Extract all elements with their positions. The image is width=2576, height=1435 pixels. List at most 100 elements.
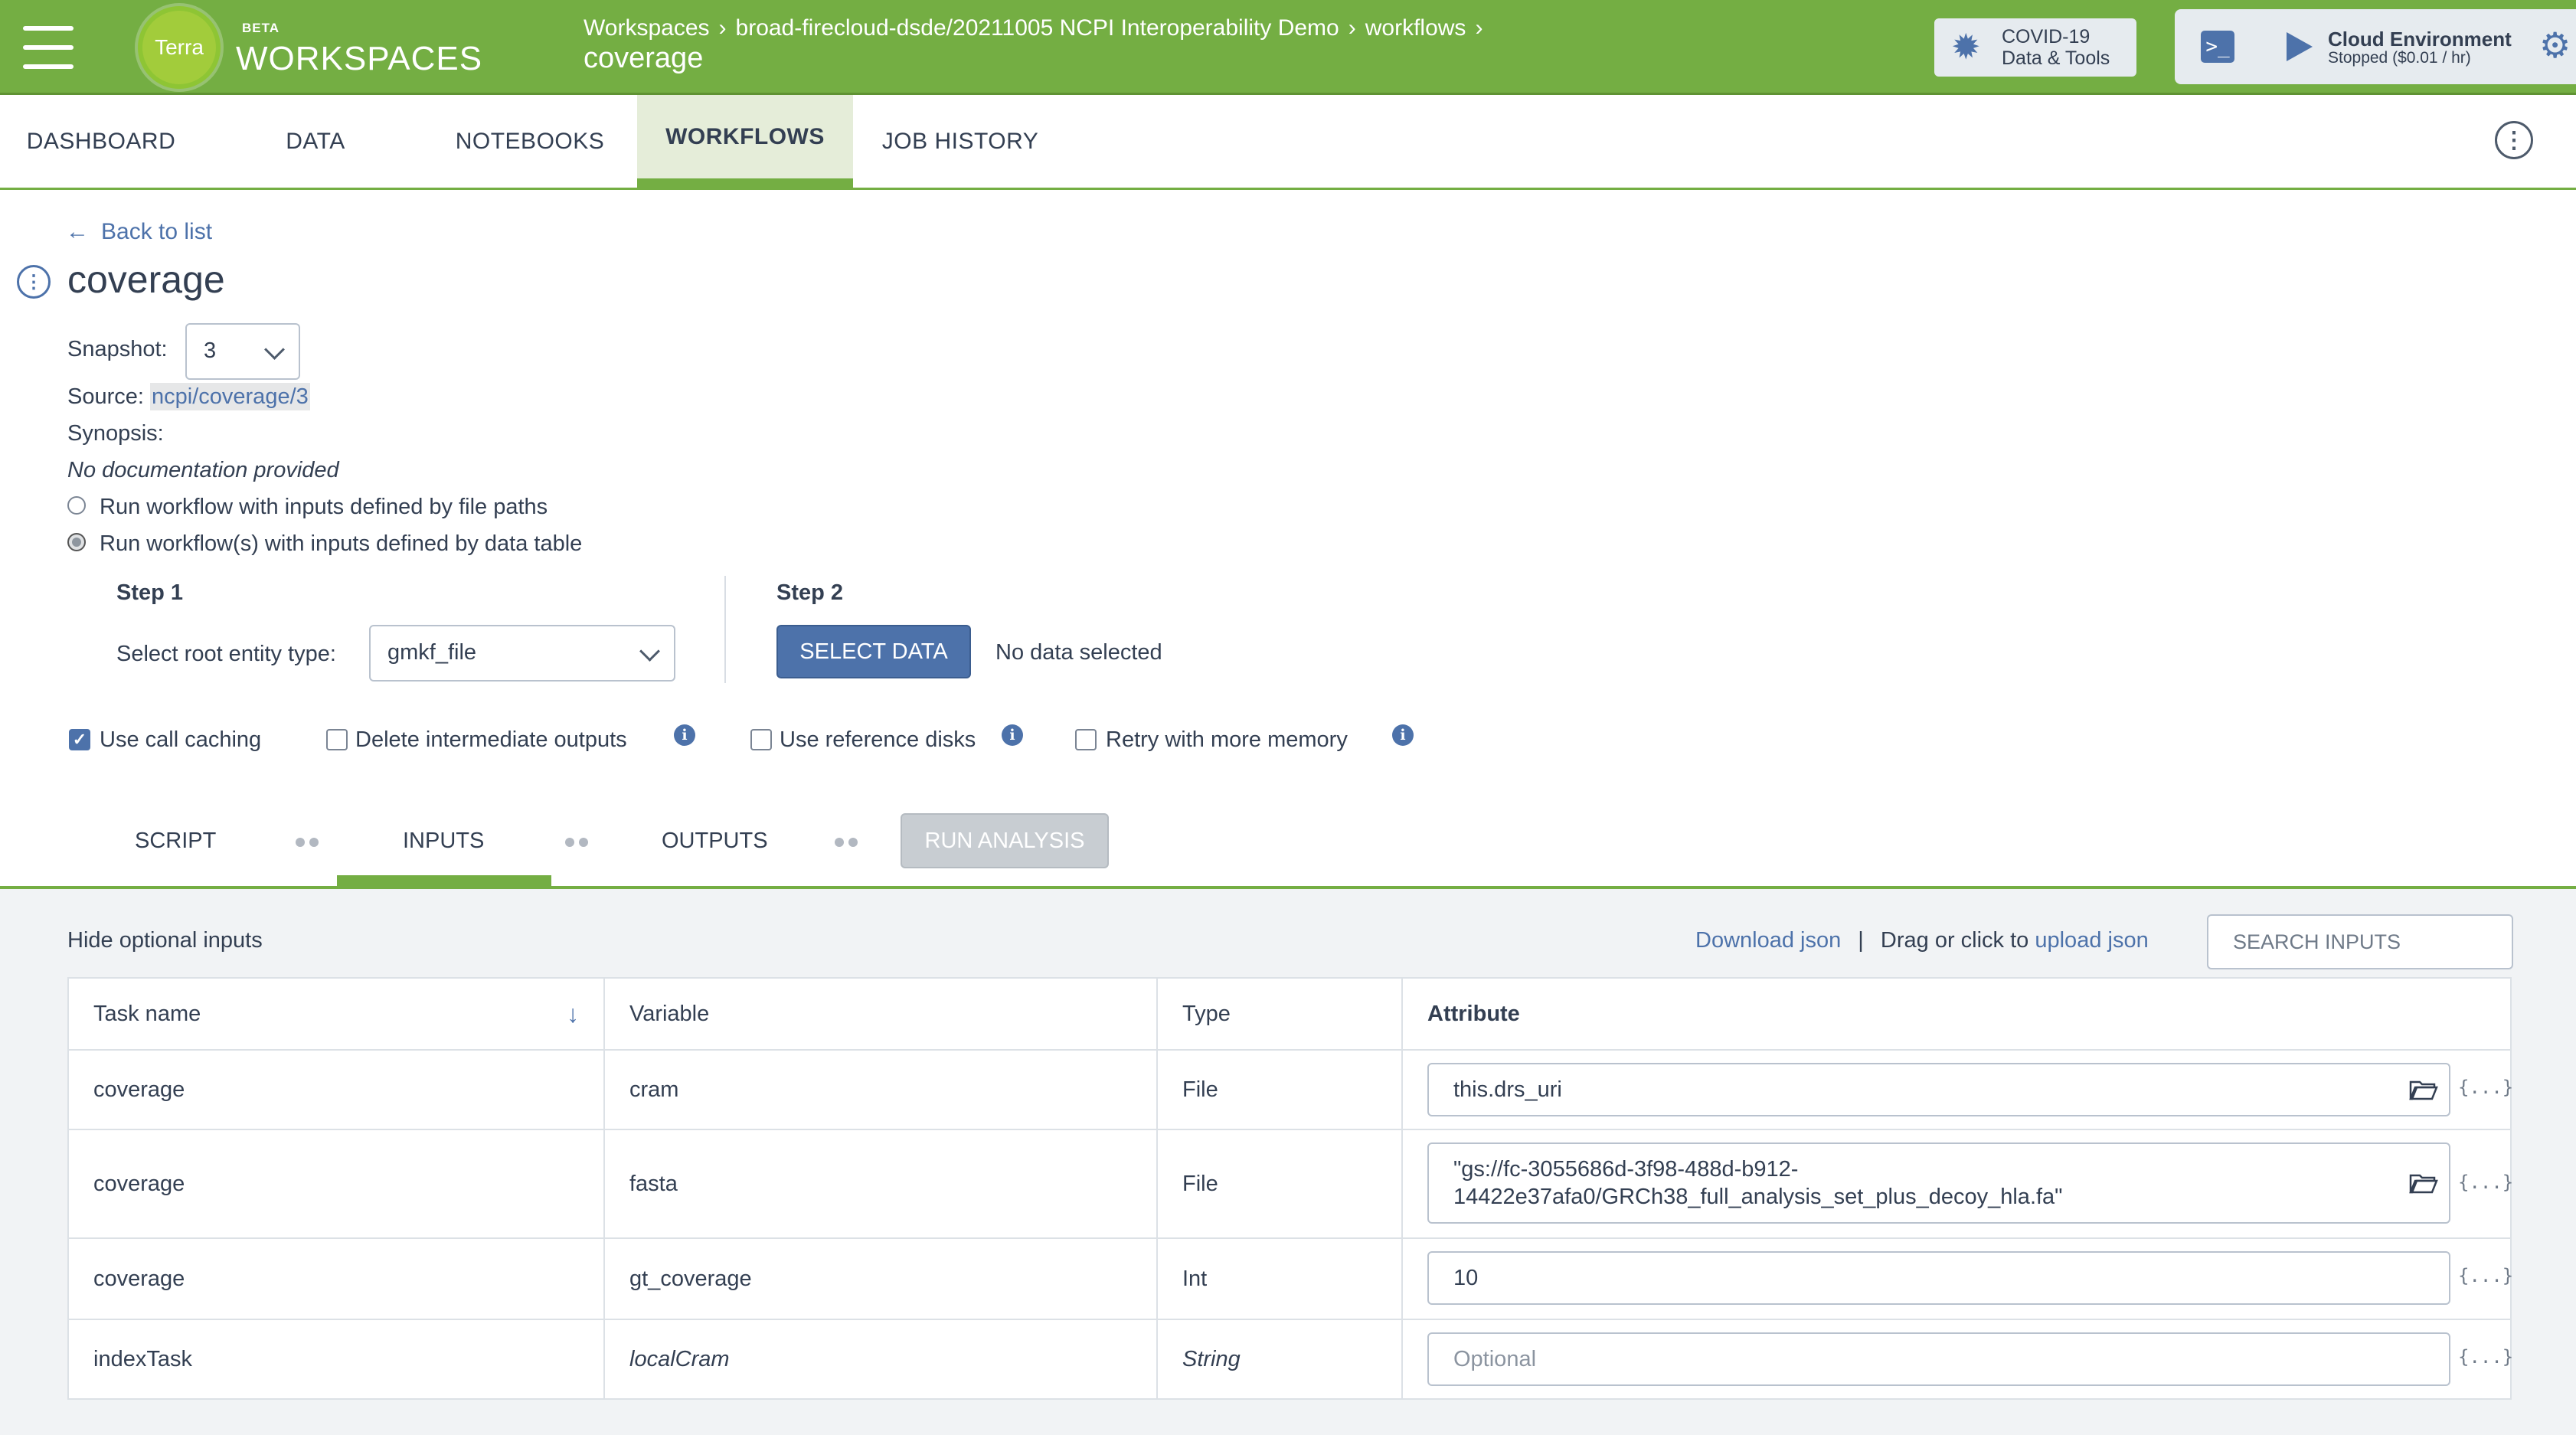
- radio-data-table[interactable]: [67, 533, 86, 551]
- delete-intermediate-outputs-label[interactable]: Delete intermediate outputs: [355, 727, 627, 753]
- json-edit-icon[interactable]: {...}: [2458, 1265, 2513, 1286]
- sort-arrow-down-icon[interactable]: ↓: [567, 1000, 579, 1028]
- snapshot-label: Snapshot:: [67, 337, 168, 361]
- play-icon[interactable]: [2287, 32, 2313, 61]
- breadcrumb-separator: ›: [718, 15, 727, 41]
- breadcrumb-separator: ›: [1348, 15, 1356, 41]
- table-row-task: coverage: [93, 1171, 185, 1196]
- synopsis-label: Synopsis:: [67, 421, 164, 446]
- download-json-link[interactable]: Download json: [1695, 928, 1841, 953]
- source-link[interactable]: ncpi/coverage/3: [150, 383, 310, 410]
- arrow-left-icon: ←: [66, 219, 89, 244]
- run-analysis-button[interactable]: RUN ANALYSIS: [901, 813, 1109, 868]
- attribute-placeholder: Optional: [1453, 1346, 1537, 1371]
- source-label: Source:: [67, 384, 144, 409]
- beta-label: BETA: [242, 21, 280, 35]
- search-inputs-field[interactable]: SEARCH INPUTS: [2207, 914, 2513, 969]
- workflow-title: coverage: [67, 258, 225, 301]
- back-to-list-label: Back to list: [101, 219, 213, 244]
- snapshot-select[interactable]: 3: [185, 323, 300, 380]
- delete-intermediate-outputs-checkbox[interactable]: [326, 729, 348, 750]
- workspaces-title[interactable]: WORKSPACES: [236, 40, 482, 78]
- table-row-variable: fasta: [629, 1171, 678, 1196]
- retry-more-memory-checkbox[interactable]: [1075, 729, 1097, 750]
- tab-workflows[interactable]: WORKFLOWS: [637, 95, 853, 188]
- attribute-value-line2: 14422e37afa0/GRCh38_full_analysis_set_pl…: [1453, 1185, 2063, 1209]
- header-variable[interactable]: Variable: [605, 979, 1156, 1049]
- terra-logo[interactable]: Terra: [138, 6, 221, 89]
- source-row: Source: ncpi/coverage/3: [67, 383, 310, 410]
- header-page-name: coverage: [584, 42, 704, 74]
- json-edit-icon[interactable]: {...}: [2458, 1077, 2513, 1098]
- use-call-caching-label[interactable]: Use call caching: [100, 727, 261, 753]
- info-icon[interactable]: i: [1392, 724, 1414, 746]
- header-attribute[interactable]: Attribute: [1403, 979, 2510, 1049]
- radio-data-table-label[interactable]: Run workflow(s) with inputs defined by d…: [100, 531, 582, 557]
- settings-gear-icon[interactable]: ⚙: [2539, 28, 2571, 63]
- table-row-task: indexTask: [93, 1346, 192, 1371]
- chevron-down-icon: [639, 641, 660, 662]
- tab-data[interactable]: DATA: [248, 95, 383, 188]
- use-call-caching-checkbox[interactable]: ✓: [69, 729, 90, 750]
- select-data-button[interactable]: SELECT DATA: [776, 625, 971, 678]
- active-tab-indicator: [337, 875, 551, 886]
- workflow-info-icon[interactable]: ⋮: [17, 265, 51, 299]
- covid-label-line2: Data & Tools: [2002, 47, 2110, 69]
- tab-dashboard[interactable]: DASHBOARD: [0, 95, 202, 188]
- table-row-task: coverage: [93, 1266, 185, 1291]
- folder-open-icon[interactable]: [2409, 1172, 2438, 1194]
- tab-outputs[interactable]: OUTPUTS: [662, 829, 768, 854]
- attribute-value: this.drs_uri: [1453, 1077, 1562, 1102]
- attribute-input[interactable]: Optional: [1427, 1332, 2450, 1386]
- json-actions: Download json | Drag or click to upload …: [1695, 928, 2149, 953]
- cloud-environment-title: Cloud Environment: [2328, 28, 2512, 51]
- header-type[interactable]: Type: [1158, 979, 1401, 1049]
- info-icon[interactable]: i: [1002, 724, 1023, 746]
- snapshot-value: 3: [204, 338, 217, 363]
- gear-icon: ✹: [1951, 27, 1981, 67]
- upload-json-link[interactable]: upload json: [2035, 928, 2148, 953]
- tab-inputs[interactable]: INPUTS: [403, 829, 484, 854]
- attribute-input[interactable]: 10: [1427, 1251, 2450, 1305]
- breadcrumb-workflows[interactable]: workflows: [1365, 15, 1466, 41]
- breadcrumb-workspace-name[interactable]: broad-firecloud-dsde/20211005 NCPI Inter…: [736, 15, 1339, 41]
- json-edit-icon[interactable]: {...}: [2458, 1346, 2513, 1368]
- attribute-input[interactable]: "gs://fc-3055686d-3f98-488d-b912- 14422e…: [1427, 1142, 2450, 1224]
- table-row-type: File: [1182, 1171, 1218, 1196]
- breadcrumb-separator: ›: [1475, 15, 1483, 41]
- more-options-icon[interactable]: ⋮: [2495, 121, 2533, 159]
- table-row-type: File: [1182, 1077, 1218, 1102]
- documentation-text: No documentation provided: [67, 458, 339, 482]
- step-dots: [296, 838, 323, 847]
- radio-file-paths-label[interactable]: Run workflow with inputs defined by file…: [100, 495, 548, 520]
- no-data-selected-text: No data selected: [995, 640, 1162, 665]
- radio-file-paths[interactable]: [67, 496, 86, 515]
- root-entity-select[interactable]: gmkf_file: [369, 625, 675, 682]
- step-dots: [835, 838, 862, 847]
- hide-optional-inputs-link[interactable]: Hide optional inputs: [67, 928, 263, 953]
- cloud-environment-panel: >_ Cloud Environment Stopped ($0.01 / hr…: [2175, 9, 2576, 84]
- table-row-type: Int: [1182, 1266, 1208, 1291]
- terminal-icon[interactable]: >_: [2201, 31, 2234, 63]
- header-task-name[interactable]: Task name ↓: [69, 979, 603, 1049]
- use-reference-disks-checkbox[interactable]: [750, 729, 772, 750]
- covid-data-tools-button[interactable]: ✹ COVID-19 Data & Tools: [1934, 18, 2136, 77]
- breadcrumb-workspaces[interactable]: Workspaces: [584, 15, 710, 41]
- table-row-task: coverage: [93, 1077, 185, 1102]
- root-entity-value: gmkf_file: [387, 640, 477, 665]
- json-edit-icon[interactable]: {...}: [2458, 1172, 2513, 1193]
- covid-label-line1: COVID-19: [2002, 26, 2091, 47]
- tab-script[interactable]: SCRIPT: [135, 829, 216, 854]
- tab-job-history[interactable]: JOB HISTORY: [868, 95, 1052, 188]
- info-icon[interactable]: i: [674, 724, 695, 746]
- tab-notebooks[interactable]: NOTEBOOKS: [429, 95, 631, 188]
- inputs-table: Task name ↓ Variable Type Attribute cove…: [67, 977, 2513, 1400]
- use-reference-disks-label[interactable]: Use reference disks: [780, 727, 976, 753]
- back-to-list-link[interactable]: ← Back to list: [66, 219, 212, 245]
- drag-upload-text: Drag or click to: [1880, 928, 2029, 953]
- retry-more-memory-label[interactable]: Retry with more memory: [1106, 727, 1348, 753]
- folder-open-icon[interactable]: [2409, 1079, 2438, 1100]
- attribute-input[interactable]: this.drs_uri: [1427, 1063, 2450, 1116]
- cloud-environment-status: Stopped ($0.01 / hr): [2328, 49, 2471, 67]
- hamburger-menu-icon[interactable]: [23, 26, 74, 69]
